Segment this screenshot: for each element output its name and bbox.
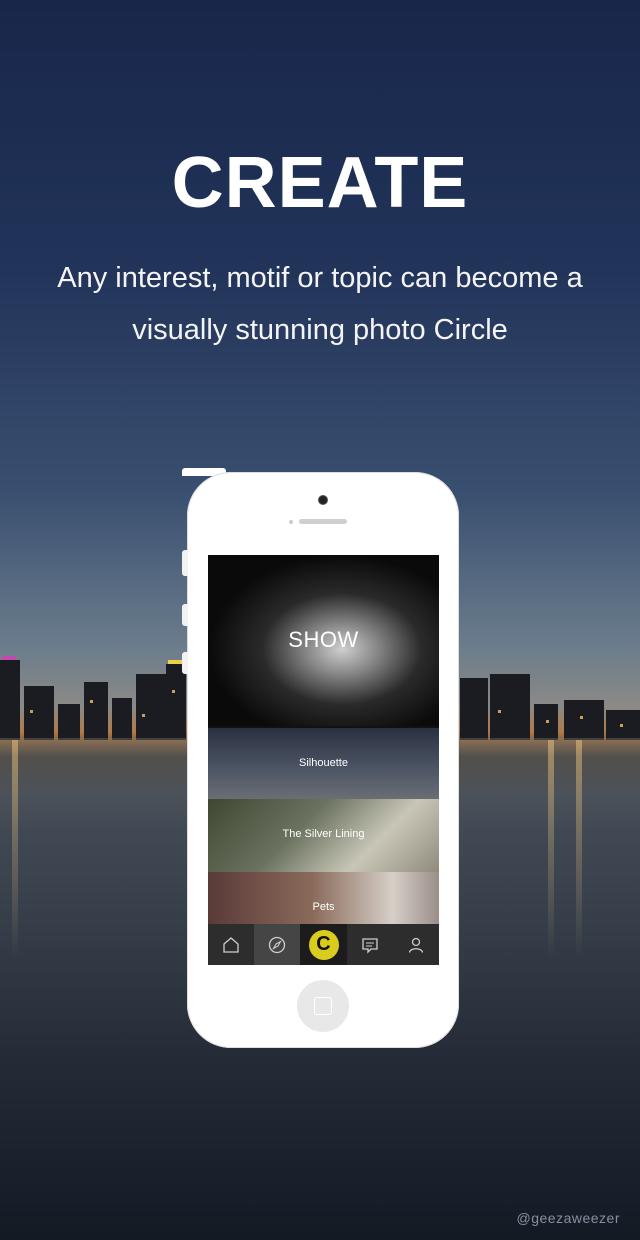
light-reflection bbox=[12, 740, 18, 960]
circle-logo-icon: C bbox=[308, 929, 339, 960]
circle-tile-silhouette[interactable]: Silhouette bbox=[208, 728, 439, 799]
light-reflection bbox=[576, 740, 582, 960]
proximity-sensor bbox=[289, 520, 293, 524]
page-subtitle: Any interest, motif or topic can become … bbox=[57, 262, 583, 346]
circle-tile-silver-lining[interactable]: The Silver Lining bbox=[208, 799, 439, 872]
circle-title: SHOW bbox=[288, 627, 359, 652]
tab-profile[interactable] bbox=[393, 924, 439, 965]
volume-down-button bbox=[182, 652, 188, 674]
phone-screen: SHOW Silhouette The Silver Lining Pets C bbox=[208, 555, 439, 965]
message-icon bbox=[362, 937, 378, 954]
circle-tile-show[interactable]: SHOW bbox=[208, 555, 439, 726]
circle-title: Pets bbox=[312, 901, 335, 913]
tab-bar: C bbox=[208, 924, 439, 965]
circle-tile-pets[interactable]: Pets bbox=[208, 872, 439, 924]
tab-home[interactable] bbox=[208, 924, 254, 965]
light-reflection bbox=[548, 740, 554, 960]
home-button[interactable] bbox=[297, 980, 349, 1032]
front-camera bbox=[319, 496, 327, 504]
phone-mockup: SHOW Silhouette The Silver Lining Pets C bbox=[182, 472, 459, 1048]
tab-messages[interactable] bbox=[347, 924, 393, 965]
volume-up-button bbox=[182, 604, 188, 626]
tab-explore[interactable] bbox=[254, 924, 301, 965]
mute-switch bbox=[182, 550, 188, 576]
circle-title: The Silver Lining bbox=[282, 828, 365, 840]
profile-icon bbox=[408, 937, 424, 953]
earpiece-speaker bbox=[299, 519, 347, 524]
page-title: CREATE bbox=[171, 143, 469, 223]
circle-title: Silhouette bbox=[299, 757, 348, 769]
author-credit: @geezaweezer bbox=[516, 1210, 620, 1226]
compass-icon bbox=[269, 936, 286, 953]
home-icon bbox=[223, 936, 239, 953]
tab-create[interactable]: C bbox=[300, 924, 347, 965]
home-square-icon bbox=[314, 997, 332, 1015]
